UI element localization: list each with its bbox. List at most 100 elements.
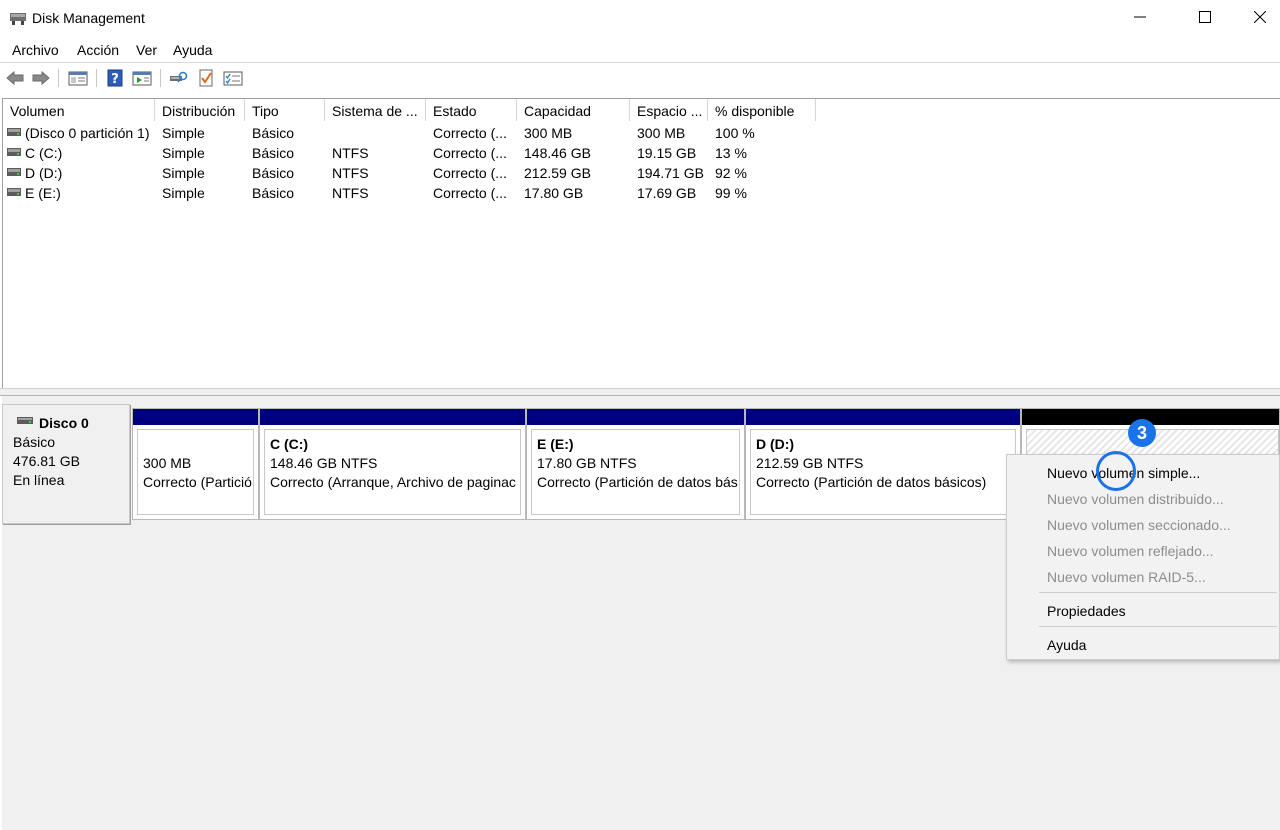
maximize-button[interactable]	[1179, 0, 1231, 34]
disk-icon	[17, 417, 33, 424]
console-tree-button[interactable]	[67, 68, 89, 88]
column-header-volumen[interactable]: Volumen	[3, 99, 155, 121]
cell-espacio: 194.71 GB	[637, 165, 704, 181]
table-row[interactable]: (Disco 0 partición 1) Simple Básico Corr…	[3, 123, 1280, 143]
partition-size: 212.59 GB NTFS	[756, 455, 864, 471]
check-button[interactable]	[195, 68, 217, 88]
menu-ver[interactable]: Ver	[136, 42, 157, 58]
cell-estado: Correcto (...	[433, 165, 507, 181]
column-header-disponible[interactable]: % disponible	[708, 99, 816, 121]
column-header-espacio[interactable]: Espacio ...	[630, 99, 708, 121]
toolbar-separator	[58, 69, 59, 87]
partition-size: 300 MB	[143, 455, 192, 471]
partition-status: Correcto (Arranque, Archivo de paginac	[270, 474, 516, 490]
toolbar-separator	[96, 69, 97, 87]
partition-body: C (C:) 148.46 GB NTFS Correcto (Arranque…	[264, 429, 521, 515]
menu-separator	[1039, 592, 1277, 593]
drive-icon	[7, 128, 21, 136]
cell-disponible: 13 %	[715, 145, 747, 161]
cell-volumen: (Disco 0 partición 1)	[25, 125, 150, 141]
cell-espacio: 19.15 GB	[637, 145, 697, 161]
partition-bar	[527, 409, 744, 425]
partition-body: 300 MB Correcto (Partició	[137, 429, 254, 515]
column-header-estado[interactable]: Estado	[426, 99, 517, 121]
cell-volumen: E (E:)	[25, 185, 61, 201]
cell-capacidad: 17.80 GB	[524, 185, 584, 201]
disk-name: Disco 0	[39, 415, 89, 431]
cell-estado: Correcto (...	[433, 145, 507, 161]
back-button[interactable]	[4, 68, 26, 88]
cell-sistema: NTFS	[332, 185, 369, 201]
partition-d[interactable]: D (D:) 212.59 GB NTFS Correcto (Partició…	[745, 408, 1021, 520]
close-icon	[1254, 11, 1266, 23]
close-button[interactable]	[1234, 0, 1280, 34]
partition-title: D (D:)	[756, 436, 795, 452]
cell-distribucion: Simple	[162, 165, 205, 181]
action-pane-button[interactable]	[131, 68, 153, 88]
disk-management-icon	[10, 13, 26, 25]
pane-splitter[interactable]	[0, 388, 1280, 396]
list-header: Volumen Distribución Tipo Sistema de ...…	[3, 99, 1280, 121]
forward-button[interactable]	[30, 68, 52, 88]
rescan-disks-icon	[170, 71, 188, 83]
table-row[interactable]: E (E:) Simple Básico NTFS Correcto (... …	[3, 183, 1280, 203]
partition-body: E (E:) 17.80 GB NTFS Correcto (Partición…	[531, 429, 740, 515]
partition-title: C (C:)	[270, 436, 309, 452]
partition-status: Correcto (Partición de datos bás	[537, 474, 738, 490]
help-button[interactable]: ?	[104, 68, 126, 88]
menu-item-ayuda[interactable]: Ayuda	[1047, 637, 1086, 653]
minimize-button[interactable]	[1114, 0, 1166, 34]
cell-estado: Correcto (...	[433, 185, 507, 201]
cell-volumen: D (D:)	[25, 165, 63, 181]
forward-arrow-icon	[32, 70, 50, 86]
toolbar-separator	[160, 69, 161, 87]
menu-item-nuevo-volumen-raid5: Nuevo volumen RAID-5...	[1047, 569, 1206, 585]
volume-list[interactable]: Volumen Distribución Tipo Sistema de ...…	[2, 98, 1280, 388]
window-title: Disk Management	[32, 10, 145, 26]
partition-size: 148.46 GB NTFS	[270, 455, 378, 471]
menu-accion[interactable]: Acción	[77, 42, 119, 58]
disk-info-box[interactable]: Disco 0 Básico 476.81 GB En línea	[2, 404, 130, 524]
menu-archivo[interactable]: Archivo	[12, 42, 59, 58]
menu-item-propiedades[interactable]: Propiedades	[1047, 603, 1126, 619]
cell-espacio: 17.69 GB	[637, 185, 697, 201]
cell-espacio: 300 MB	[637, 125, 686, 141]
svg-text:?: ?	[111, 72, 119, 87]
column-header-distribucion[interactable]: Distribución	[155, 99, 245, 121]
check-icon	[199, 69, 213, 87]
partition-body: D (D:) 212.59 GB NTFS Correcto (Partició…	[750, 429, 1016, 515]
column-header-capacidad[interactable]: Capacidad	[517, 99, 630, 121]
rescan-disks-button[interactable]	[167, 68, 189, 88]
drive-icon	[7, 188, 21, 196]
menu-separator	[1039, 626, 1277, 627]
disk-size: 476.81 GB	[13, 453, 80, 469]
console-tree-icon	[68, 71, 88, 86]
title-bar: Disk Management	[0, 0, 1280, 36]
properties-button[interactable]	[222, 68, 244, 88]
partition-bar	[133, 409, 258, 425]
cell-sistema: NTFS	[332, 165, 369, 181]
partition-status: Correcto (Partició	[143, 474, 252, 490]
cell-disponible: 92 %	[715, 165, 747, 181]
cell-distribucion: Simple	[162, 125, 205, 141]
cell-tipo: Básico	[252, 165, 295, 181]
partition-e[interactable]: E (E:) 17.80 GB NTFS Correcto (Partición…	[526, 408, 745, 520]
cell-capacidad: 212.59 GB	[524, 165, 591, 181]
partition-system-reserved[interactable]: 300 MB Correcto (Partició	[132, 408, 259, 520]
table-row[interactable]: D (D:) Simple Básico NTFS Correcto (... …	[3, 163, 1280, 183]
partition-title: E (E:)	[537, 436, 574, 452]
table-row[interactable]: C (C:) Simple Básico NTFS Correcto (... …	[3, 143, 1280, 163]
cell-tipo: Básico	[252, 185, 295, 201]
partition-c[interactable]: C (C:) 148.46 GB NTFS Correcto (Arranque…	[259, 408, 526, 520]
drive-icon	[7, 168, 21, 176]
menu-item-nuevo-volumen-reflejado: Nuevo volumen reflejado...	[1047, 543, 1214, 559]
menu-ayuda[interactable]: Ayuda	[173, 42, 212, 58]
column-header-sistema[interactable]: Sistema de ...	[325, 99, 426, 121]
disk-type: Básico	[13, 434, 56, 450]
column-header-tipo[interactable]: Tipo	[245, 99, 325, 121]
minimize-icon	[1134, 16, 1146, 18]
back-arrow-icon	[6, 70, 24, 86]
cell-sistema: NTFS	[332, 145, 369, 161]
cell-distribucion: Simple	[162, 145, 205, 161]
click-indicator-ring	[1096, 451, 1136, 491]
